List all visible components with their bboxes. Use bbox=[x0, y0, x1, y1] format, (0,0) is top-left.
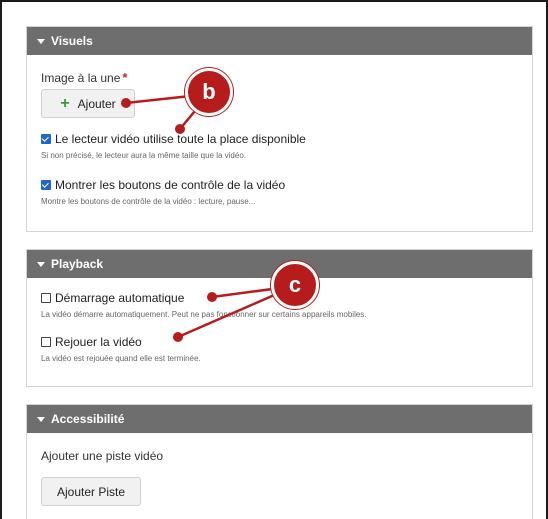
panel-body-visuels: Image à la une * + Ajouter Le lecteur vid… bbox=[27, 55, 532, 231]
fullwidth-label[interactable]: Le lecteur vidéo utilise toute la place … bbox=[55, 132, 306, 146]
panel-accessibilite: Accessibilité Ajouter une piste vidéo Aj… bbox=[26, 404, 533, 519]
image-field-label: Image à la une bbox=[41, 71, 121, 85]
controls-help: Montre les boutons de contrôle de la vid… bbox=[41, 197, 256, 206]
panel-visuels: Visuels Image à la une * + Ajouter Le lec… bbox=[26, 26, 533, 232]
plus-icon: + bbox=[60, 94, 70, 112]
panel-title-accessibilite: Accessibilité bbox=[51, 412, 125, 426]
controls-label[interactable]: Montrer les boutons de contrôle de la vi… bbox=[55, 178, 285, 192]
caret-down-icon bbox=[37, 416, 45, 422]
callout-badge-b: b bbox=[185, 68, 233, 116]
controls-checkbox[interactable] bbox=[41, 180, 51, 190]
fullwidth-checkbox[interactable] bbox=[41, 134, 51, 144]
fullwidth-row: Le lecteur vidéo utilise toute la place … bbox=[41, 132, 306, 146]
add-image-button[interactable]: + Ajouter bbox=[41, 89, 135, 118]
loop-label[interactable]: Rejouer la vidéo bbox=[55, 335, 142, 349]
settings-frame: Visuels Image à la une * + Ajouter Le lec… bbox=[0, 0, 548, 519]
fullwidth-help: Si non précisé, le lecteur aura la même … bbox=[41, 151, 246, 160]
autoplay-help: La vidéo démarre automatiquement. Peut n… bbox=[41, 310, 367, 319]
required-mark: * bbox=[122, 70, 128, 85]
panel-header-accessibilite[interactable]: Accessibilité bbox=[27, 405, 532, 433]
add-track-button[interactable]: Ajouter Piste bbox=[41, 477, 141, 506]
controls-row: Montrer les boutons de contrôle de la vi… bbox=[41, 178, 285, 192]
panel-header-visuels[interactable]: Visuels bbox=[27, 27, 532, 55]
autoplay-label[interactable]: Démarrage automatique bbox=[55, 291, 184, 305]
caret-down-icon bbox=[37, 261, 45, 267]
loop-checkbox[interactable] bbox=[41, 337, 51, 347]
autoplay-row: Démarrage automatique bbox=[41, 291, 184, 305]
track-label: Ajouter une piste vidéo bbox=[41, 449, 164, 463]
loop-row: Rejouer la vidéo bbox=[41, 335, 142, 349]
panel-body-accessibilite: Ajouter une piste vidéo Ajouter Piste bbox=[27, 433, 532, 519]
loop-help: La vidéo est rejouée quand elle est term… bbox=[41, 354, 201, 363]
image-field-label-row: Image à la une * bbox=[41, 69, 127, 87]
add-image-button-label: Ajouter bbox=[77, 96, 116, 111]
callout-badge-c: c bbox=[271, 261, 319, 309]
panel-title-playback: Playback bbox=[51, 257, 104, 271]
caret-down-icon bbox=[37, 38, 45, 44]
autoplay-checkbox[interactable] bbox=[41, 293, 51, 303]
panel-title-visuels: Visuels bbox=[51, 34, 93, 48]
